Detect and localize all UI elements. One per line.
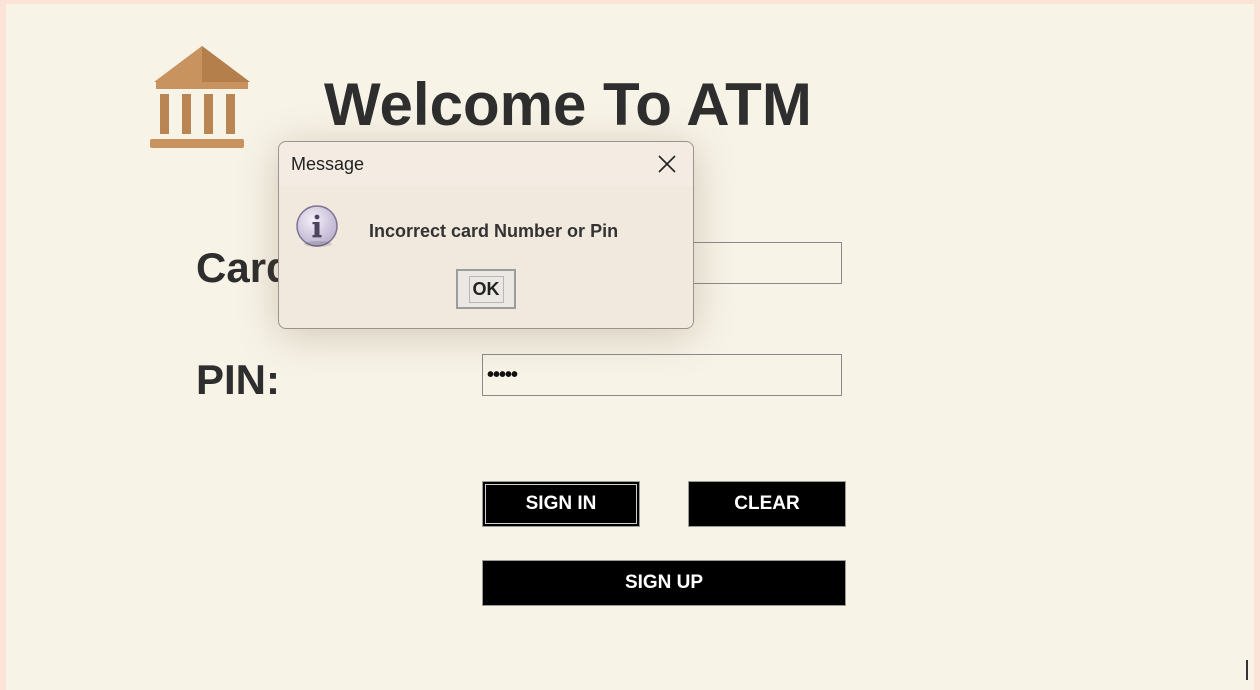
dialog-message: Incorrect card Number or Pin bbox=[369, 221, 619, 241]
dialog-titlebar[interactable]: Message bbox=[279, 142, 693, 186]
sign-in-button[interactable]: SIGN IN bbox=[482, 481, 640, 527]
pin-input[interactable] bbox=[482, 354, 842, 396]
message-dialog: Message Incorrect card Number or Pin OK bbox=[278, 141, 694, 329]
page-title: Welcome To ATM bbox=[324, 71, 812, 138]
dialog-title: Message bbox=[291, 154, 365, 174]
bank-icon bbox=[150, 46, 250, 148]
atm-window: Welcome To ATM Card No: PIN: SIGN IN CLE… bbox=[6, 4, 1254, 690]
close-icon[interactable] bbox=[655, 152, 679, 176]
pin-label: PIN: bbox=[196, 356, 280, 403]
window-edge-marker bbox=[1246, 660, 1248, 680]
sign-up-button[interactable]: SIGN UP bbox=[482, 560, 846, 606]
info-icon bbox=[296, 205, 338, 247]
ok-button[interactable]: OK bbox=[456, 269, 516, 309]
clear-button[interactable]: CLEAR bbox=[688, 481, 846, 527]
ok-button-label: OK bbox=[468, 275, 504, 303]
